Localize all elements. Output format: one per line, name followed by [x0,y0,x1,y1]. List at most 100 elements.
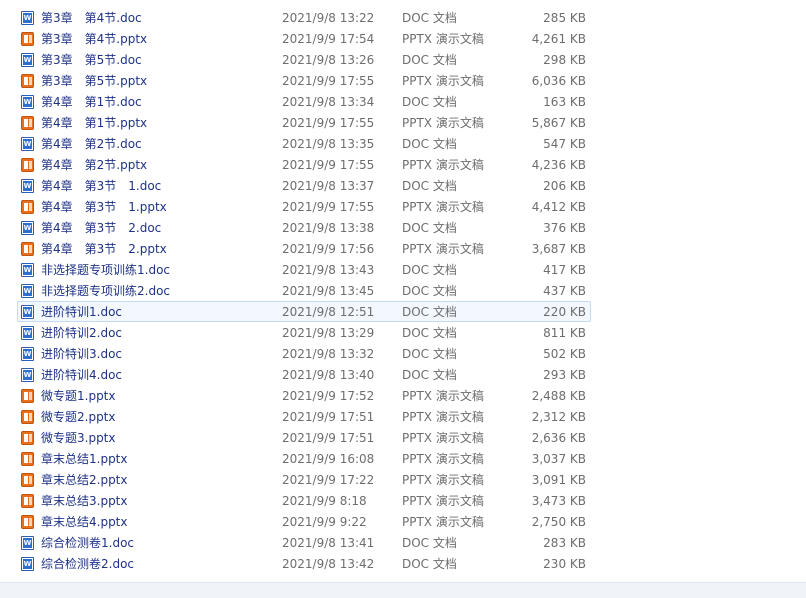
file-size: 206 KB [543,179,586,193]
file-name[interactable]: 进阶特训2.doc [41,323,122,344]
file-modified-date: 2021/9/8 13:43 [282,263,375,277]
word-document-icon [21,11,34,25]
powerpoint-file-icon [21,158,34,172]
file-size: 437 KB [543,284,586,298]
file-size: 3,037 KB [531,452,586,466]
file-name[interactable]: 第4章 第3节 1.doc [41,176,161,197]
file-row[interactable]: 进阶特训4.doc 2021/9/8 13:40 DOC 文档 293 KB [17,364,591,385]
file-name[interactable]: 第3章 第5节.doc [41,50,142,71]
file-row[interactable]: 非选择题专项训练1.doc 2021/9/8 13:43 DOC 文档 417 KB [17,259,591,280]
file-modified-date: 2021/9/8 13:45 [282,284,375,298]
file-modified-date: 2021/9/9 17:52 [282,389,375,403]
file-row[interactable]: 章末总结4.pptx 2021/9/9 9:22 PPTX 演示文稿 2,750 KB [17,511,591,532]
file-row[interactable]: 第4章 第3节 1.doc 2021/9/8 13:37 DOC 文档 206 KB [17,175,591,196]
word-document-icon [21,536,34,550]
file-row[interactable]: 章末总结1.pptx 2021/9/9 16:08 PPTX 演示文稿 3,037 K… [17,448,591,469]
file-name[interactable]: 微专题3.pptx [41,428,116,449]
file-size: 283 KB [543,536,586,550]
file-name[interactable]: 第4章 第3节 1.pptx [41,197,167,218]
file-type: PPTX 演示文稿 [402,494,484,508]
file-name[interactable]: 微专题1.pptx [41,386,116,407]
file-size: 4,412 KB [531,200,586,214]
file-size: 3,091 KB [531,473,586,487]
file-name[interactable]: 微专题2.pptx [41,407,116,428]
file-name[interactable]: 第4章 第2节.pptx [41,155,147,176]
file-row[interactable]: 进阶特训1.doc 2021/9/8 12:51 DOC 文档 220 KB [17,301,591,322]
file-modified-date: 2021/9/8 13:29 [282,326,375,340]
file-row[interactable]: 综合检测卷2.doc 2021/9/8 13:42 DOC 文档 230 KB [17,553,591,574]
file-row[interactable]: 第3章 第5节.pptx 2021/9/9 17:55 PPTX 演示文稿 6,036… [17,70,591,91]
file-size: 293 KB [543,368,586,382]
file-type: DOC 文档 [402,137,457,151]
file-size: 220 KB [543,305,586,319]
file-type: PPTX 演示文稿 [402,410,484,424]
word-document-icon [21,284,34,298]
file-name[interactable]: 进阶特训1.doc [41,302,122,323]
word-document-icon [21,53,34,67]
file-size: 6,036 KB [531,74,586,88]
file-size: 163 KB [543,95,586,109]
file-row[interactable]: 第3章 第4节.doc 2021/9/8 13:22 DOC 文档 285 KB [17,7,591,28]
file-name[interactable]: 第4章 第1节.pptx [41,113,147,134]
file-name[interactable]: 章末总结3.pptx [41,491,128,512]
file-modified-date: 2021/9/9 16:08 [282,452,375,466]
file-name[interactable]: 综合检测卷1.doc [41,533,134,554]
file-row[interactable]: 第3章 第5节.doc 2021/9/8 13:26 DOC 文档 298 KB [17,49,591,70]
file-name[interactable]: 第4章 第3节 2.pptx [41,239,167,260]
file-size: 3,473 KB [531,494,586,508]
file-modified-date: 2021/9/9 8:18 [282,494,367,508]
file-name[interactable]: 第4章 第3节 2.doc [41,218,161,239]
file-name[interactable]: 进阶特训4.doc [41,365,122,386]
file-name[interactable]: 第3章 第5节.pptx [41,71,147,92]
file-row[interactable]: 进阶特训3.doc 2021/9/8 13:32 DOC 文档 502 KB [17,343,591,364]
powerpoint-file-icon [21,452,34,466]
file-row[interactable]: 微专题1.pptx 2021/9/9 17:52 PPTX 演示文稿 2,488 KB [17,385,591,406]
file-size: 230 KB [543,557,586,571]
file-row[interactable]: 第4章 第3节 2.pptx 2021/9/9 17:56 PPTX 演示文稿 3,6… [17,238,591,259]
file-name[interactable]: 章末总结1.pptx [41,449,128,470]
powerpoint-file-icon [21,32,34,46]
file-modified-date: 2021/9/9 17:55 [282,116,375,130]
file-modified-date: 2021/9/9 17:56 [282,242,375,256]
file-type: PPTX 演示文稿 [402,116,484,130]
file-size: 2,488 KB [531,389,586,403]
file-name[interactable]: 第4章 第2节.doc [41,134,142,155]
file-modified-date: 2021/9/8 13:32 [282,347,375,361]
file-row[interactable]: 综合检测卷1.doc 2021/9/8 13:41 DOC 文档 283 KB [17,532,591,553]
file-type: DOC 文档 [402,326,457,340]
file-row[interactable]: 章末总结2.pptx 2021/9/9 17:22 PPTX 演示文稿 3,091 K… [17,469,591,490]
file-name[interactable]: 非选择题专项训练1.doc [41,260,170,281]
file-row[interactable]: 微专题2.pptx 2021/9/9 17:51 PPTX 演示文稿 2,312 KB [17,406,591,427]
file-row[interactable]: 第4章 第3节 2.doc 2021/9/8 13:38 DOC 文档 376 KB [17,217,591,238]
file-modified-date: 2021/9/8 13:34 [282,95,375,109]
word-document-icon [21,557,34,571]
file-row[interactable]: 第4章 第1节.pptx 2021/9/9 17:55 PPTX 演示文稿 5,867… [17,112,591,133]
file-name[interactable]: 进阶特训3.doc [41,344,122,365]
file-modified-date: 2021/9/8 13:42 [282,557,375,571]
file-name[interactable]: 第3章 第4节.pptx [41,29,147,50]
file-name[interactable]: 第4章 第1节.doc [41,92,142,113]
file-type: DOC 文档 [402,263,457,277]
powerpoint-file-icon [21,74,34,88]
file-name[interactable]: 第3章 第4节.doc [41,8,142,29]
powerpoint-file-icon [21,242,34,256]
file-name[interactable]: 章末总结2.pptx [41,470,128,491]
file-name[interactable]: 综合检测卷2.doc [41,554,134,575]
file-row[interactable]: 第3章 第4节.pptx 2021/9/9 17:54 PPTX 演示文稿 4,261… [17,28,591,49]
file-row[interactable]: 进阶特训2.doc 2021/9/8 13:29 DOC 文档 811 KB [17,322,591,343]
file-name[interactable]: 非选择题专项训练2.doc [41,281,170,302]
file-row[interactable]: 非选择题专项训练2.doc 2021/9/8 13:45 DOC 文档 437 KB [17,280,591,301]
file-type: DOC 文档 [402,557,457,571]
file-row[interactable]: 第4章 第2节.doc 2021/9/8 13:35 DOC 文档 547 KB [17,133,591,154]
file-row[interactable]: 第4章 第1节.doc 2021/9/8 13:34 DOC 文档 163 KB [17,91,591,112]
file-name[interactable]: 章末总结4.pptx [41,512,128,533]
file-type: DOC 文档 [402,95,457,109]
file-row[interactable]: 微专题3.pptx 2021/9/9 17:51 PPTX 演示文稿 2,636 KB [17,427,591,448]
powerpoint-file-icon [21,389,34,403]
file-modified-date: 2021/9/8 13:40 [282,368,375,382]
file-row[interactable]: 第4章 第2节.pptx 2021/9/9 17:55 PPTX 演示文稿 4,236… [17,154,591,175]
file-type: DOC 文档 [402,284,457,298]
file-size: 298 KB [543,53,586,67]
file-row[interactable]: 第4章 第3节 1.pptx 2021/9/9 17:55 PPTX 演示文稿 4,4… [17,196,591,217]
file-row[interactable]: 章末总结3.pptx 2021/9/9 8:18 PPTX 演示文稿 3,473 KB [17,490,591,511]
